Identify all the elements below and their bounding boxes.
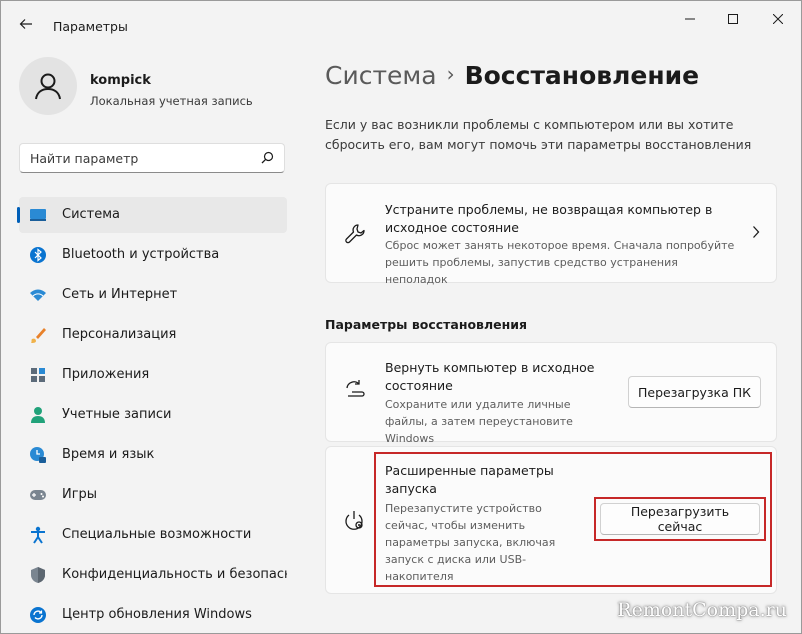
highlight-box-button (594, 497, 766, 541)
sidebar-item-label: Учетные записи (62, 407, 172, 422)
back-button[interactable] (15, 13, 37, 35)
accessibility-icon (29, 526, 47, 544)
sidebar-item-label: Конфиденциальность и безопасность (62, 567, 287, 582)
sidebar-item-accessibility[interactable]: Специальные возможности (19, 517, 287, 553)
sidebar-item-label: Сеть и Интернет (62, 287, 178, 302)
wifi-icon (29, 286, 47, 304)
sidebar-item-privacy[interactable]: Конфиденциальность и безопасность (19, 557, 287, 593)
minimize-button[interactable] (679, 11, 701, 27)
reset-pc-title: Вернуть компьютер в исходное состояние (385, 360, 595, 393)
search-input[interactable]: Найти параметр (19, 143, 285, 173)
bluetooth-icon (29, 246, 47, 264)
troubleshoot-title: Устраните проблемы, не возвращая компьют… (385, 202, 713, 235)
user-icon (35, 73, 61, 100)
reset-pc-icon (343, 377, 367, 401)
sidebar-item-system[interactable]: Система (17, 197, 287, 233)
close-button[interactable] (767, 11, 789, 27)
sidebar-item-label: Система (62, 207, 121, 222)
apps-icon (29, 366, 47, 384)
sidebar: kompick Локальная учетная запись Найти п… (1, 49, 301, 633)
shield-icon (29, 566, 47, 584)
settings-window: Параметры kompick Локальная учетная запи… (0, 0, 802, 634)
advanced-startup-card: Расширенные параметры запуска Перезапуст… (325, 446, 777, 594)
sidebar-item-label: Центр обновления Windows (62, 607, 252, 622)
minimize-icon (685, 18, 695, 20)
user-profile[interactable]: kompick Локальная учетная запись (19, 57, 299, 119)
sidebar-item-label: Игры (62, 487, 98, 502)
sidebar-item-bluetooth[interactable]: Bluetooth и устройства (19, 237, 287, 273)
sidebar-item-personalization[interactable]: Персонализация (19, 317, 287, 353)
section-heading: Параметры восстановления (325, 317, 528, 332)
page-title: Восстановление (464, 61, 700, 90)
troubleshoot-description: Сброс может занять некоторое время. Снач… (385, 239, 735, 286)
user-name: kompick (90, 73, 151, 88)
sidebar-item-label: Время и язык (62, 447, 155, 462)
troubleshoot-card[interactable]: Устраните проблемы, не возвращая компьют… (325, 183, 777, 286)
close-icon (773, 14, 783, 24)
avatar (19, 57, 77, 115)
advanced-startup-icon (343, 509, 367, 533)
gaming-icon (29, 486, 47, 504)
reset-pc-card: Вернуть компьютер в исходное состояние С… (325, 342, 777, 445)
brush-icon (29, 326, 47, 344)
chevron-right-icon (753, 226, 760, 238)
wrench-icon (343, 222, 367, 246)
nav-list: Система Bluetooth и устройства Сеть и Ин… (17, 197, 287, 633)
page-description: Если у вас возникли проблемы с компьютер… (325, 117, 752, 152)
maximize-icon (728, 14, 738, 24)
sidebar-item-time-language[interactable]: Время и язык (19, 437, 287, 473)
windows-update-icon (29, 606, 47, 624)
breadcrumb-separator: › (446, 62, 455, 86)
sidebar-item-label: Bluetooth и устройства (62, 247, 220, 262)
main-content: Система › Восстановление Если у вас возник… (301, 49, 801, 633)
breadcrumb: Система › Восстановление (325, 61, 699, 90)
search-icon (261, 151, 274, 164)
reset-pc-description: Сохраните или удалите личные файлы, а за… (385, 398, 573, 445)
sidebar-item-apps[interactable]: Приложения (19, 357, 287, 393)
maximize-button[interactable] (722, 11, 744, 27)
sidebar-item-accounts[interactable]: Учетные записи (19, 397, 287, 433)
sidebar-item-label: Персонализация (62, 327, 177, 342)
app-title: Параметры (53, 19, 128, 34)
sidebar-item-network[interactable]: Сеть и Интернет (19, 277, 287, 313)
active-indicator (17, 207, 20, 223)
sidebar-item-label: Приложения (62, 367, 150, 382)
reset-pc-button[interactable]: Перезагрузка ПК (628, 376, 761, 408)
title-bar: Параметры (1, 1, 801, 49)
breadcrumb-parent[interactable]: Система (325, 61, 437, 90)
sidebar-item-gaming[interactable]: Игры (19, 477, 287, 513)
account-type: Локальная учетная запись (90, 94, 253, 108)
back-arrow-icon (19, 19, 32, 29)
accounts-icon (29, 406, 47, 424)
system-icon (29, 206, 47, 224)
sidebar-item-label: Специальные возможности (62, 527, 252, 542)
watermark: RemontCompa.ru (617, 599, 787, 621)
sidebar-item-windows-update[interactable]: Центр обновления Windows (19, 597, 287, 633)
search-placeholder: Найти параметр (30, 151, 139, 166)
time-language-icon (29, 446, 47, 464)
